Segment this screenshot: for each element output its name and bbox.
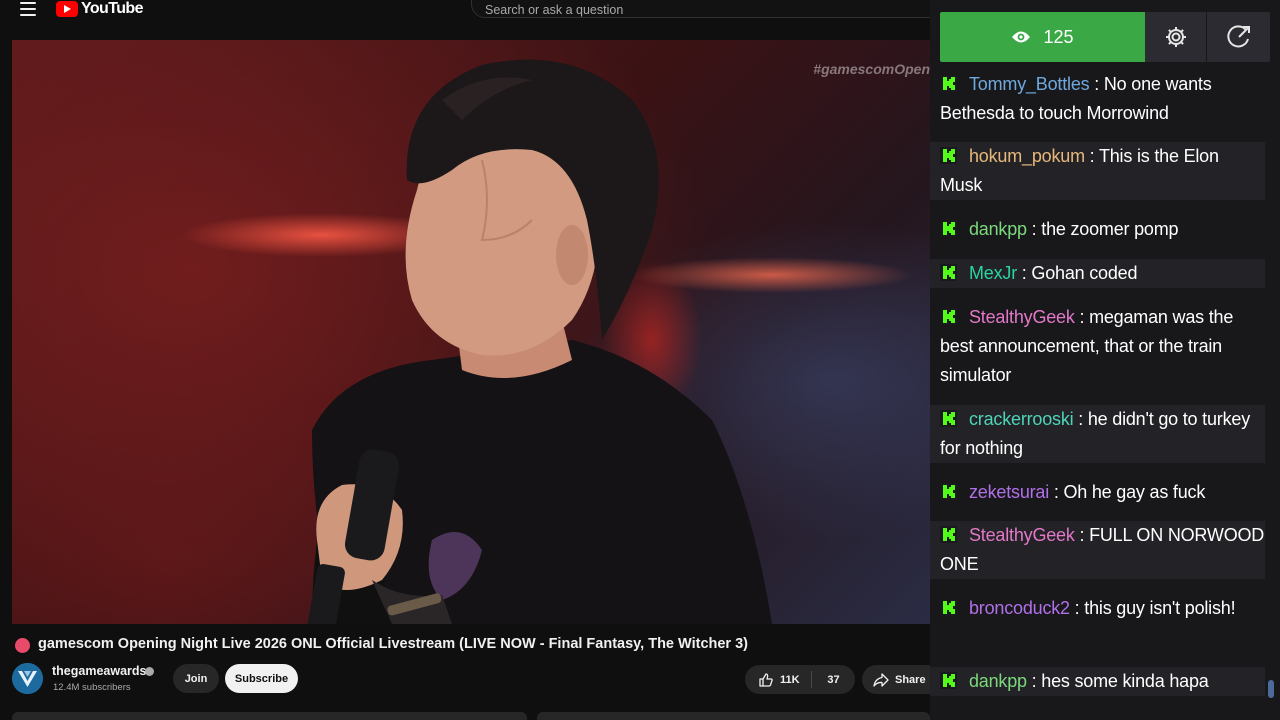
kick-badge-icon <box>940 220 957 237</box>
chat-message-text: the zoomer pomp <box>1041 219 1179 239</box>
viewer-count: 125 <box>1043 26 1074 47</box>
video-title: gamescom Opening Night Live 2026 ONL Off… <box>38 636 748 652</box>
chat-separator: : <box>1026 671 1042 691</box>
chat-username[interactable]: Tommy_Bottles <box>969 74 1090 94</box>
dislike-count: 37 <box>827 673 840 686</box>
youtube-play-icon <box>56 1 78 17</box>
chat-username[interactable]: crackerrooski <box>969 409 1074 429</box>
kick-badge-icon <box>940 147 957 164</box>
share-arrow-icon <box>873 672 889 687</box>
chat-message: StealthyGeek : FULL ON NORWOOD ONE <box>930 521 1265 579</box>
chat-separator: : <box>1089 74 1104 94</box>
chat-panel: 125 Tommy_Bottles : No one wants Bethesd… <box>930 0 1280 720</box>
chat-username[interactable]: MexJr <box>969 263 1017 283</box>
live-indicator-icon <box>15 638 30 653</box>
chat-separator: : <box>1074 525 1090 545</box>
video-watermark: #gamescomOpen <box>813 61 930 77</box>
chat-separator: : <box>1069 598 1085 618</box>
chat-username[interactable]: StealthyGeek <box>969 307 1075 327</box>
join-button[interactable]: Join <box>173 664 219 693</box>
chat-message-text: this guy isn't polish! <box>1084 598 1236 618</box>
chat-message-text: hes some kinda hapa <box>1041 671 1209 691</box>
chat-message: crackerrooski : he didn't go to turkey f… <box>930 405 1265 463</box>
kick-badge-icon <box>940 308 957 325</box>
menu-icon[interactable] <box>20 2 36 16</box>
youtube-logo-text: YouTube <box>81 0 143 17</box>
chat-separator: : <box>1017 263 1032 283</box>
chat-message: dankpp : the zoomer pomp <box>940 215 1265 244</box>
kick-badge-icon <box>940 75 957 92</box>
video-frame-person <box>307 59 772 624</box>
channel-name[interactable]: thegameawards <box>52 664 146 678</box>
chat-message: MexJr : Gohan coded <box>930 259 1265 288</box>
chat-separator: : <box>1026 219 1042 239</box>
chat-username[interactable]: dankpp <box>969 219 1027 239</box>
chat-message: dankpp : hes some kinda hapa <box>930 667 1265 696</box>
search-placeholder: Search or ask a question <box>485 3 624 17</box>
kick-badge-icon <box>940 410 957 427</box>
chat-username[interactable]: hokum_pokum <box>969 146 1085 166</box>
verified-icon <box>145 667 154 676</box>
chat-username[interactable]: broncoduck2 <box>969 598 1070 618</box>
subscribe-button[interactable]: Subscribe <box>225 664 298 693</box>
share-label: Share <box>895 673 926 686</box>
chat-separator: : <box>1073 409 1088 429</box>
chat-message: Tommy_Bottles : No one wants Bethesda to… <box>940 70 1265 128</box>
below-content-card <box>12 712 527 720</box>
youtube-logo[interactable]: YouTube <box>56 0 143 18</box>
kick-badge-icon <box>940 483 957 500</box>
chat-message-text: Gohan coded <box>1031 263 1138 283</box>
search-input[interactable]: Search or ask a question <box>471 0 941 18</box>
channel-avatar[interactable] <box>12 663 43 694</box>
kick-badge-icon <box>940 526 957 543</box>
viewer-count-button[interactable]: 125 <box>940 12 1145 62</box>
chat-username[interactable]: StealthyGeek <box>969 525 1075 545</box>
tga-logo-icon <box>12 663 43 694</box>
like-count: 11K <box>780 673 800 686</box>
kick-badge-icon <box>940 264 957 281</box>
kick-badge-icon <box>940 672 957 689</box>
chat-scrollbar[interactable] <box>1268 680 1274 698</box>
youtube-header: YouTube Search or ask a question <box>0 0 941 20</box>
chat-message: broncoduck2 : this guy isn't polish! <box>940 594 1265 623</box>
page: YouTube Search or ask a question #gamesc… <box>0 0 1280 720</box>
chat-separator: : <box>1049 482 1064 502</box>
chat-separator: : <box>1084 146 1099 166</box>
like-button[interactable]: 11K <box>745 665 811 694</box>
thumbs-up-icon <box>759 672 773 687</box>
popout-chat-button[interactable] <box>1207 12 1270 62</box>
chat-message: hokum_pokum : This is the Elon Musk <box>930 142 1265 200</box>
video-player[interactable]: #gamescomOpen <box>12 40 930 624</box>
dislike-button[interactable]: 37 <box>812 665 855 694</box>
below-content-card <box>537 712 930 720</box>
gear-icon <box>1165 27 1186 47</box>
chat-username[interactable]: zeketsurai <box>969 482 1049 502</box>
chat-username[interactable]: dankpp <box>969 671 1027 691</box>
eye-icon <box>1012 31 1031 43</box>
share-button[interactable]: Share <box>862 665 937 694</box>
subscriber-count: 12.4M subscribers <box>53 682 131 693</box>
chat-settings-button[interactable] <box>1145 12 1207 62</box>
chat-message-text: Oh he gay as fuck <box>1063 482 1206 502</box>
popout-icon <box>1226 25 1250 48</box>
chat-message: StealthyGeek : megaman was the best anno… <box>940 303 1265 390</box>
like-dislike-group: 11K 37 <box>745 665 855 694</box>
chat-separator: : <box>1074 307 1090 327</box>
chat-message: zeketsurai : Oh he gay as fuck <box>940 478 1265 507</box>
kick-badge-icon <box>940 599 957 616</box>
